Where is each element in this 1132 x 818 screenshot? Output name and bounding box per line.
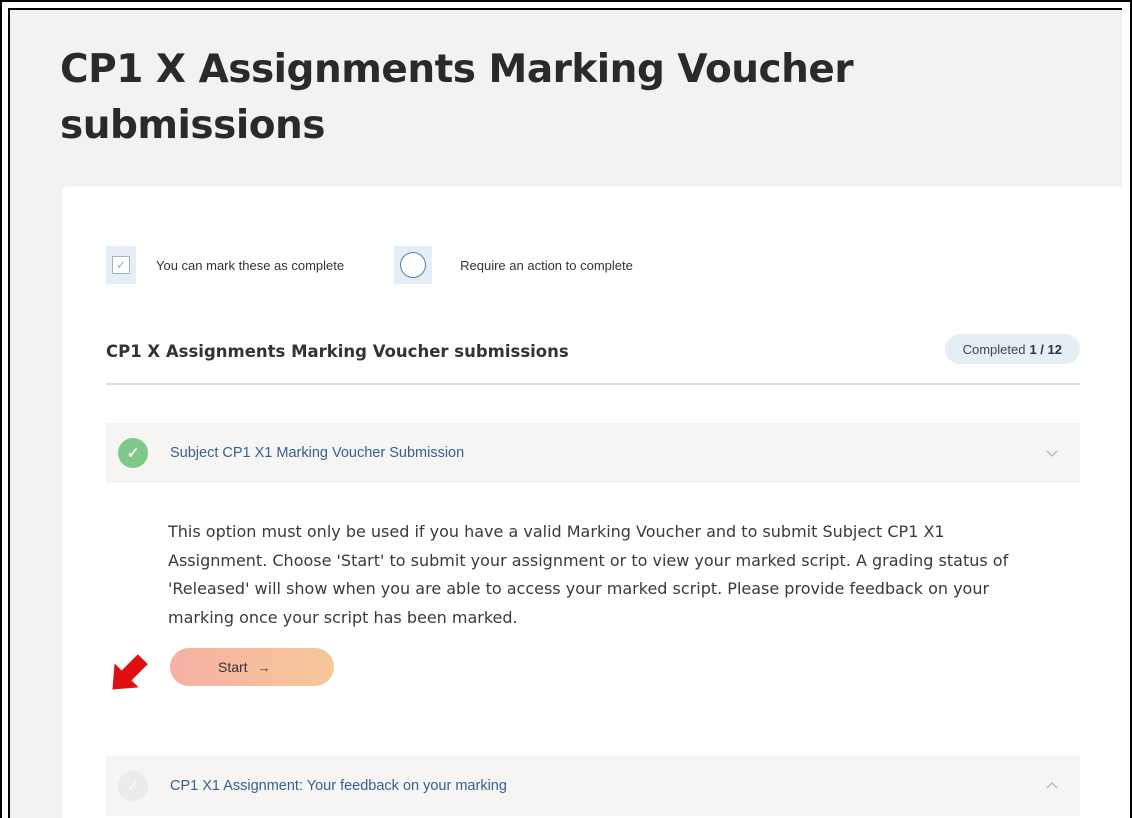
- page-background: CP1 X Assignments Marking Voucher submis…: [8, 8, 1122, 818]
- section-divider: [106, 383, 1080, 385]
- legend: ✓ You can mark these as complete Require…: [106, 246, 683, 284]
- start-button-label: Start: [218, 659, 248, 675]
- legend-markable-label: You can mark these as complete: [156, 257, 345, 273]
- completed-badge: Completed 1 / 12: [944, 334, 1080, 364]
- completed-count: 1 / 12: [1029, 341, 1062, 357]
- checkbox-icon: ✓: [106, 246, 136, 284]
- section-title: CP1 X Assignments Marking Voucher submis…: [106, 342, 569, 361]
- content-card: ✓ You can mark these as complete Require…: [62, 186, 1122, 818]
- accordion-item-label[interactable]: CP1 X1 Assignment: Your feedback on your…: [170, 778, 507, 794]
- check-circle-icon: ✓: [118, 438, 148, 468]
- accordion-item-label[interactable]: Subject CP1 X1 Marking Voucher Submissio…: [170, 445, 464, 461]
- chevron-up-icon[interactable]: [1044, 778, 1060, 794]
- legend-action-label: Require an action to complete: [460, 257, 633, 273]
- page-title: CP1 X Assignments Marking Voucher submis…: [60, 47, 854, 148]
- accordion-item-voucher-submission[interactable]: ✓ Subject CP1 X1 Marking Voucher Submiss…: [106, 423, 1080, 483]
- item-description: This option must only be used if you hav…: [168, 522, 1009, 627]
- completed-label: Completed: [962, 341, 1026, 357]
- arrow-right-icon: →: [257, 659, 271, 675]
- check-circle-icon: ✓: [118, 771, 148, 801]
- accordion-item-feedback[interactable]: ✓ CP1 X1 Assignment: Your feedback on yo…: [106, 756, 1080, 816]
- red-arrow-icon: [112, 654, 148, 690]
- circle-icon: [394, 246, 433, 284]
- start-button[interactable]: Start →: [170, 648, 334, 686]
- chevron-down-icon[interactable]: [1044, 445, 1060, 461]
